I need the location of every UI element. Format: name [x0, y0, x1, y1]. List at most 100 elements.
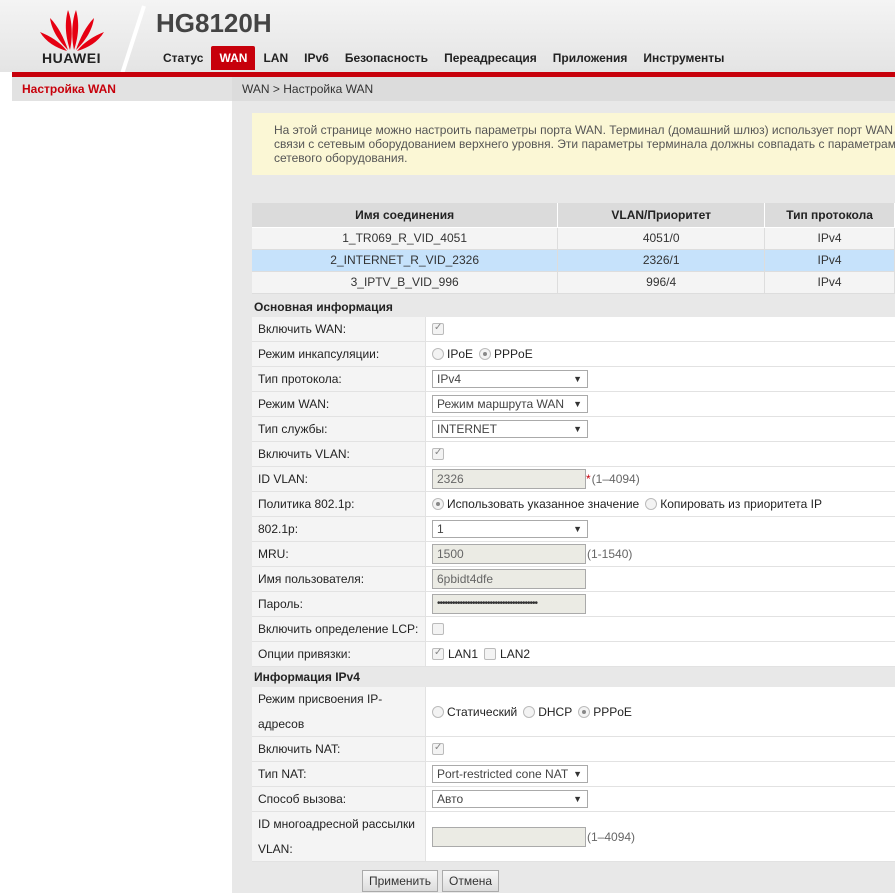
binding-label: Опции привязки:	[252, 642, 426, 666]
sidebar-item-wan-config[interactable]: Настройка WAN	[12, 77, 232, 101]
table-cell: IPv4	[764, 227, 895, 250]
lan1-checkbox[interactable]	[432, 647, 444, 660]
nat-type-label: Тип NAT:	[252, 762, 426, 786]
tab-ipv6[interactable]: IPv6	[296, 46, 337, 70]
policy-copy-label: Копировать из приоритета IP	[660, 497, 822, 511]
column-header-name: Имя соединения	[252, 203, 559, 228]
dial-label: Способ вызова:	[252, 787, 426, 811]
chevron-down-icon: ▼	[573, 769, 582, 779]
nat-type-select[interactable]: Port-restricted cone NAT ▼	[432, 765, 588, 783]
addr-mode-label: Режим присвоения IP-адресов	[252, 687, 426, 736]
header-divider	[120, 5, 146, 74]
username-input[interactable]: 6pbidt4dfe	[432, 569, 586, 589]
table-row[interactable]: 3_IPTV_B_VID_996 996/4 IPv4	[252, 271, 895, 294]
encap-pppoe-label: PPPoE	[494, 347, 533, 361]
username-label: Имя пользователя:	[252, 567, 426, 591]
chevron-down-icon: ▼	[573, 794, 582, 804]
tab-applications[interactable]: Приложения	[545, 46, 636, 70]
protocol-label: Тип протокола:	[252, 367, 426, 391]
wan-mode-label: Режим WAN:	[252, 392, 426, 416]
nat-label: Включить NAT:	[252, 737, 426, 761]
table-row-selected[interactable]: 2_INTERNET_R_VID_2326 2326/1 IPv4	[252, 249, 895, 272]
vlan-id-input[interactable]: 2326	[432, 469, 586, 489]
basic-form: Включить WAN: Режим инкапсуляции: IPoE P…	[252, 317, 895, 667]
table-cell: IPv4	[764, 271, 895, 294]
lan2-checkbox[interactable]	[484, 648, 497, 660]
chevron-down-icon: ▼	[573, 399, 582, 409]
apply-button[interactable]: Применить	[362, 870, 439, 892]
table-cell: 3_IPTV_B_VID_996	[252, 271, 559, 294]
policy-copy-radio[interactable]	[645, 498, 658, 510]
addr-pppoe-radio[interactable]	[578, 705, 591, 718]
p8021-label: 802.1p:	[252, 517, 426, 541]
mru-input[interactable]: 1500	[432, 544, 586, 564]
mru-label: MRU:	[252, 542, 426, 566]
breadcrumb: WAN > Настройка WAN	[232, 77, 895, 101]
chevron-down-icon: ▼	[573, 524, 582, 534]
tab-status[interactable]: Статус	[155, 46, 211, 70]
nat-checkbox[interactable]	[432, 742, 444, 755]
chevron-down-icon: ▼	[573, 424, 582, 434]
column-header-vlan: VLAN/Приоритет	[557, 203, 766, 228]
nat-type-value: Port-restricted cone NAT	[437, 767, 569, 781]
section-basic-info: Основная информация	[252, 297, 895, 317]
p8021-value: 1	[437, 522, 444, 536]
info-line: связи с сетевым оборудованием верхнего у…	[274, 137, 895, 151]
multicast-label: ID многоадресной рассылки VLAN:	[252, 812, 426, 861]
password-label: Пароль:	[252, 592, 426, 616]
service-label: Тип службы:	[252, 417, 426, 441]
column-header-protocol: Тип протокола	[764, 203, 895, 228]
protocol-select[interactable]: IPv4 ▼	[432, 370, 588, 388]
table-cell: 2326/1	[557, 249, 766, 272]
table-cell: IPv4	[764, 249, 895, 272]
form-buttons: Применить Отмена	[362, 870, 500, 892]
enable-vlan-label: Включить VLAN:	[252, 442, 426, 466]
multicast-input[interactable]	[432, 826, 586, 847]
chevron-down-icon: ▼	[573, 374, 582, 384]
p8021-select[interactable]: 1 ▼	[432, 520, 588, 538]
lcp-checkbox[interactable]	[432, 623, 444, 635]
policy-label: Политика 802.1p:	[252, 492, 426, 516]
section-ipv4-info: Информация IPv4	[252, 667, 895, 687]
table-cell: 1_TR069_R_VID_4051	[252, 227, 559, 250]
device-model: HG8120H	[156, 8, 272, 38]
lcp-label: Включить определение LCP:	[252, 617, 426, 641]
tab-wan[interactable]: WAN	[211, 46, 256, 70]
tab-lan[interactable]: LAN	[255, 46, 296, 70]
enable-vlan-checkbox[interactable]	[432, 447, 444, 460]
ipv4-form: Режим присвоения IP-адресов Статический …	[252, 687, 895, 862]
vlan-id-hint: (1–4094)	[591, 472, 640, 486]
dial-select[interactable]: Авто ▼	[432, 790, 588, 808]
cancel-button[interactable]: Отмена	[442, 870, 500, 892]
enable-wan-label: Включить WAN:	[252, 317, 426, 341]
top-nav: Статус WAN LAN IPv6 Безопасность Переадр…	[155, 46, 732, 70]
service-value: INTERNET	[437, 422, 497, 436]
tab-forwarding[interactable]: Переадресация	[436, 46, 545, 70]
encap-ipoe-label: IPoE	[447, 347, 474, 361]
addr-static-radio[interactable]	[432, 705, 444, 718]
vlan-id-label: ID VLAN:	[252, 467, 426, 491]
info-line: На этой странице можно настроить парамет…	[274, 123, 894, 137]
main-content: WAN > Настройка WAN На этой странице мож…	[232, 77, 895, 893]
addr-pppoe-label: PPPoE	[593, 704, 632, 719]
addr-dhcp-radio[interactable]	[523, 705, 536, 718]
table-cell: 996/4	[557, 271, 766, 294]
service-select[interactable]: INTERNET ▼	[432, 420, 588, 438]
connection-table: Имя соединения VLAN/Приоритет Тип проток…	[252, 203, 895, 294]
wan-mode-select[interactable]: Режим маршрута WAN ▼	[432, 395, 588, 413]
table-row[interactable]: 1_TR069_R_VID_4051 4051/0 IPv4	[252, 227, 895, 250]
table-cell: 2_INTERNET_R_VID_2326	[252, 249, 559, 272]
policy-specified-radio[interactable]	[432, 498, 444, 510]
enable-wan-checkbox[interactable]	[432, 322, 444, 335]
tab-tools[interactable]: Инструменты	[635, 46, 732, 70]
lan1-label: LAN1	[448, 647, 479, 661]
lan2-label: LAN2	[500, 647, 531, 661]
tab-security[interactable]: Безопасность	[337, 46, 436, 70]
wan-mode-value: Режим маршрута WAN	[437, 397, 565, 411]
required-marker: *	[586, 472, 591, 486]
addr-static-label: Статический	[447, 704, 518, 719]
table-cell: 4051/0	[557, 227, 766, 250]
encap-pppoe-radio[interactable]	[479, 348, 492, 360]
password-input[interactable]: ••••••••••••••••••••••••••••••••••••••••	[432, 594, 586, 614]
encap-ipoe-radio[interactable]	[432, 348, 444, 360]
